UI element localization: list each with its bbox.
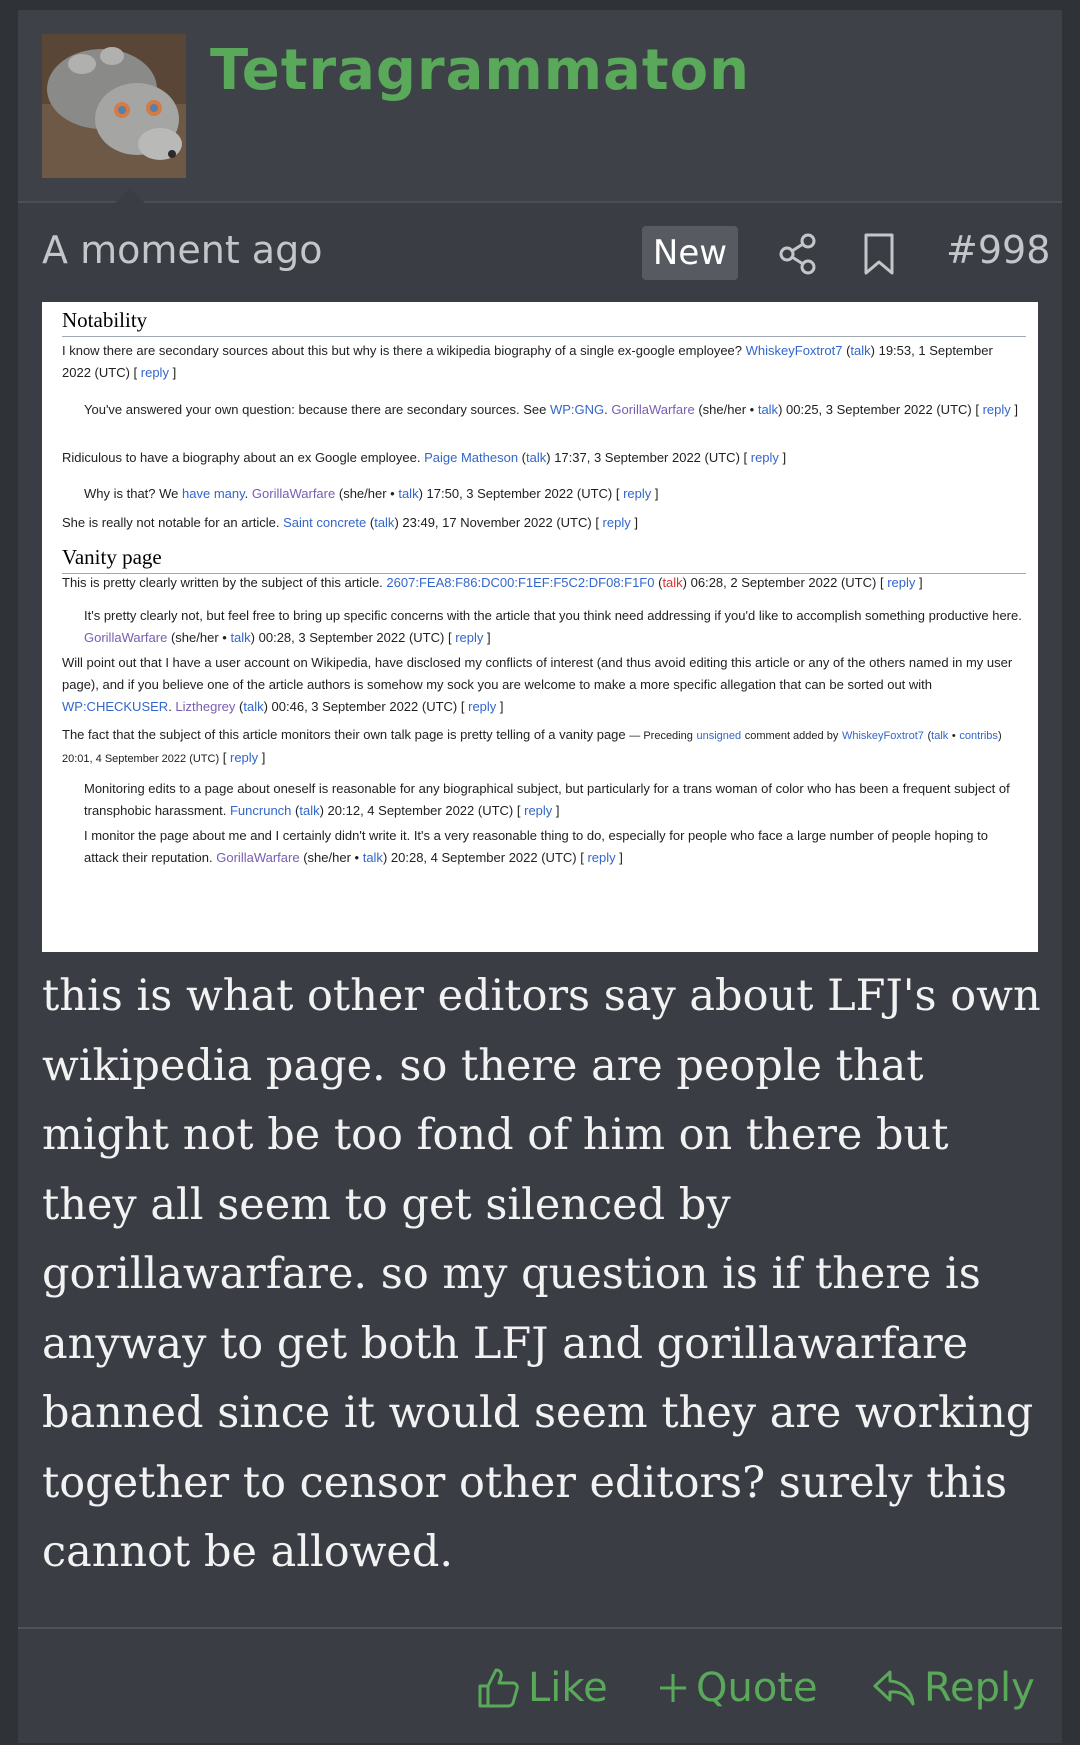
post-header: Tetragrammaton [18, 10, 1062, 204]
comment: It's pretty clearly not, but feel free t… [84, 608, 1022, 645]
comment: Why is that? We have many. GorillaWarfar… [84, 486, 659, 501]
bookmark-icon[interactable] [862, 232, 896, 276]
post-timestamp[interactable]: A moment ago [42, 228, 322, 272]
reply-label: Reply [924, 1665, 1035, 1711]
comment: Will point out that I have a user accoun… [62, 655, 1013, 714]
new-badge: New [642, 226, 738, 280]
plus-icon [660, 1674, 686, 1702]
like-button[interactable]: Like [476, 1663, 608, 1713]
comment: The fact that the subject of this articl… [62, 727, 1002, 765]
comment: Ridiculous to have a biography about an … [62, 450, 787, 465]
post-actions: Like Quote Reply [18, 1627, 1062, 1745]
comment: Monitoring edits to a page about oneself… [84, 781, 1010, 818]
post-body: this is what other editors say about LFJ… [42, 971, 1041, 1577]
embedded-screenshot: Notability I know there are secondary so… [42, 302, 1038, 952]
reply-button[interactable]: Reply [872, 1663, 1035, 1713]
comment: This is pretty clearly written by the su… [62, 575, 923, 590]
avatar-pointer [114, 188, 146, 204]
comment: You've answered your own question: becau… [84, 402, 1018, 417]
reply-icon [873, 1670, 915, 1706]
username[interactable]: Tetragrammaton [210, 38, 750, 103]
comment: She is really not notable for an article… [62, 515, 638, 530]
share-icon[interactable] [778, 232, 818, 276]
section-title-vanity-page: Vanity page [62, 545, 1026, 574]
thumbs-up-icon [478, 1668, 519, 1708]
like-label: Like [528, 1665, 608, 1711]
comment: I know there are secondary sources about… [62, 343, 993, 380]
post-number[interactable]: #998 [946, 228, 1050, 272]
quote-label: Quote [696, 1665, 818, 1711]
quote-button[interactable]: Quote [658, 1663, 818, 1713]
section-title-notability: Notability [62, 308, 1026, 337]
post: Tetragrammaton A moment ago New #998 Not… [18, 10, 1062, 1743]
comment: I monitor the page about me and I certai… [84, 828, 988, 865]
avatar[interactable] [42, 34, 186, 178]
